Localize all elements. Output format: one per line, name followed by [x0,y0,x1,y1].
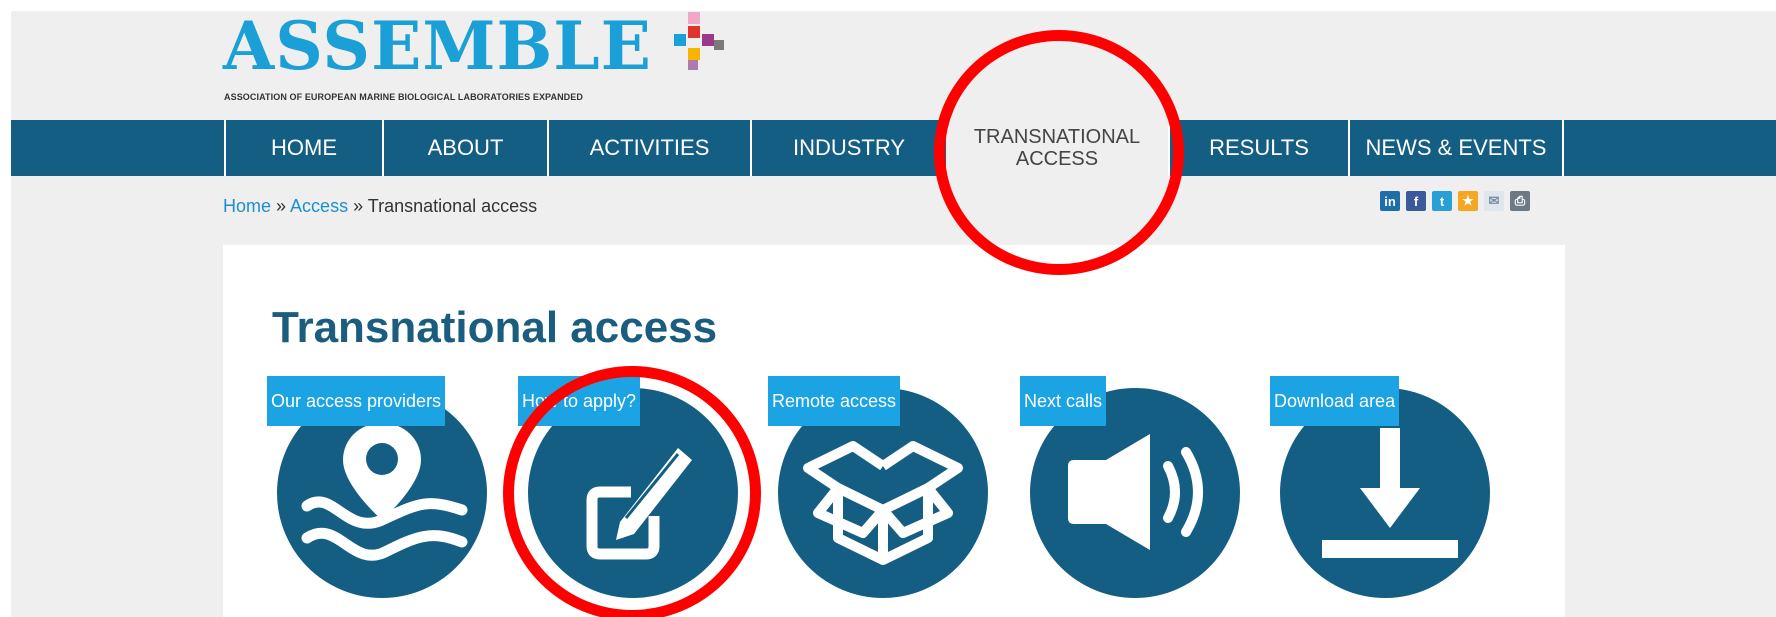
nav-news-events[interactable]: NEWS & EVENTS [1348,120,1564,176]
nav-activities[interactable]: ACTIVITIES [547,120,750,176]
breadcrumb-current: Transnational access [367,196,538,216]
linkedin-icon[interactable]: in [1380,191,1400,211]
print-icon[interactable]: ⎙ [1510,191,1530,211]
tile-label: Our access providers [267,376,446,426]
breadcrumb-access-link[interactable]: Access [290,196,348,216]
share-toolbar: in f t ★ ✉ ⎙ [1380,191,1530,211]
tile-label: How to apply? [518,376,641,426]
nav-about[interactable]: ABOUT [382,120,547,176]
breadcrumb: Home » Access » Transnational access [223,196,537,217]
nav-results[interactable]: RESULTS [1168,120,1348,176]
favorite-icon[interactable]: ★ [1458,191,1478,211]
nav-industry[interactable]: INDUSTRY [750,120,946,176]
twitter-icon[interactable]: t [1432,191,1452,211]
logo-mark-icon [674,12,724,70]
breadcrumb-separator: » [271,196,291,216]
page-title: Transnational access [272,303,718,352]
tile-download-area[interactable]: Download area [1270,376,1490,598]
nav-transnational-access[interactable]: TRANSNATIONAL ACCESS [946,120,1168,176]
tile-access-providers[interactable]: Our access providers [267,376,487,598]
tile-next-calls[interactable]: Next calls [1020,376,1240,598]
tile-label: Remote access [768,376,901,426]
logo-wordmark: ASSEMBLE [223,7,652,85]
tile-how-to-apply[interactable]: How to apply? [518,376,738,598]
nav-home[interactable]: HOME [224,120,382,176]
breadcrumb-separator: » [348,196,368,216]
tile-label: Download area [1270,376,1400,426]
email-icon[interactable]: ✉ [1484,191,1504,211]
tile-remote-access[interactable]: Remote access [768,376,988,598]
facebook-icon[interactable]: f [1406,191,1426,211]
breadcrumb-home-link[interactable]: Home [223,196,271,216]
tile-label: Next calls [1020,376,1107,426]
logo-tagline: ASSOCIATION OF EUROPEAN MARINE BIOLOGICA… [224,92,583,102]
site-logo[interactable]: ASSEMBLE ASSOCIATION OF EUROPEAN MARINE … [223,7,743,107]
